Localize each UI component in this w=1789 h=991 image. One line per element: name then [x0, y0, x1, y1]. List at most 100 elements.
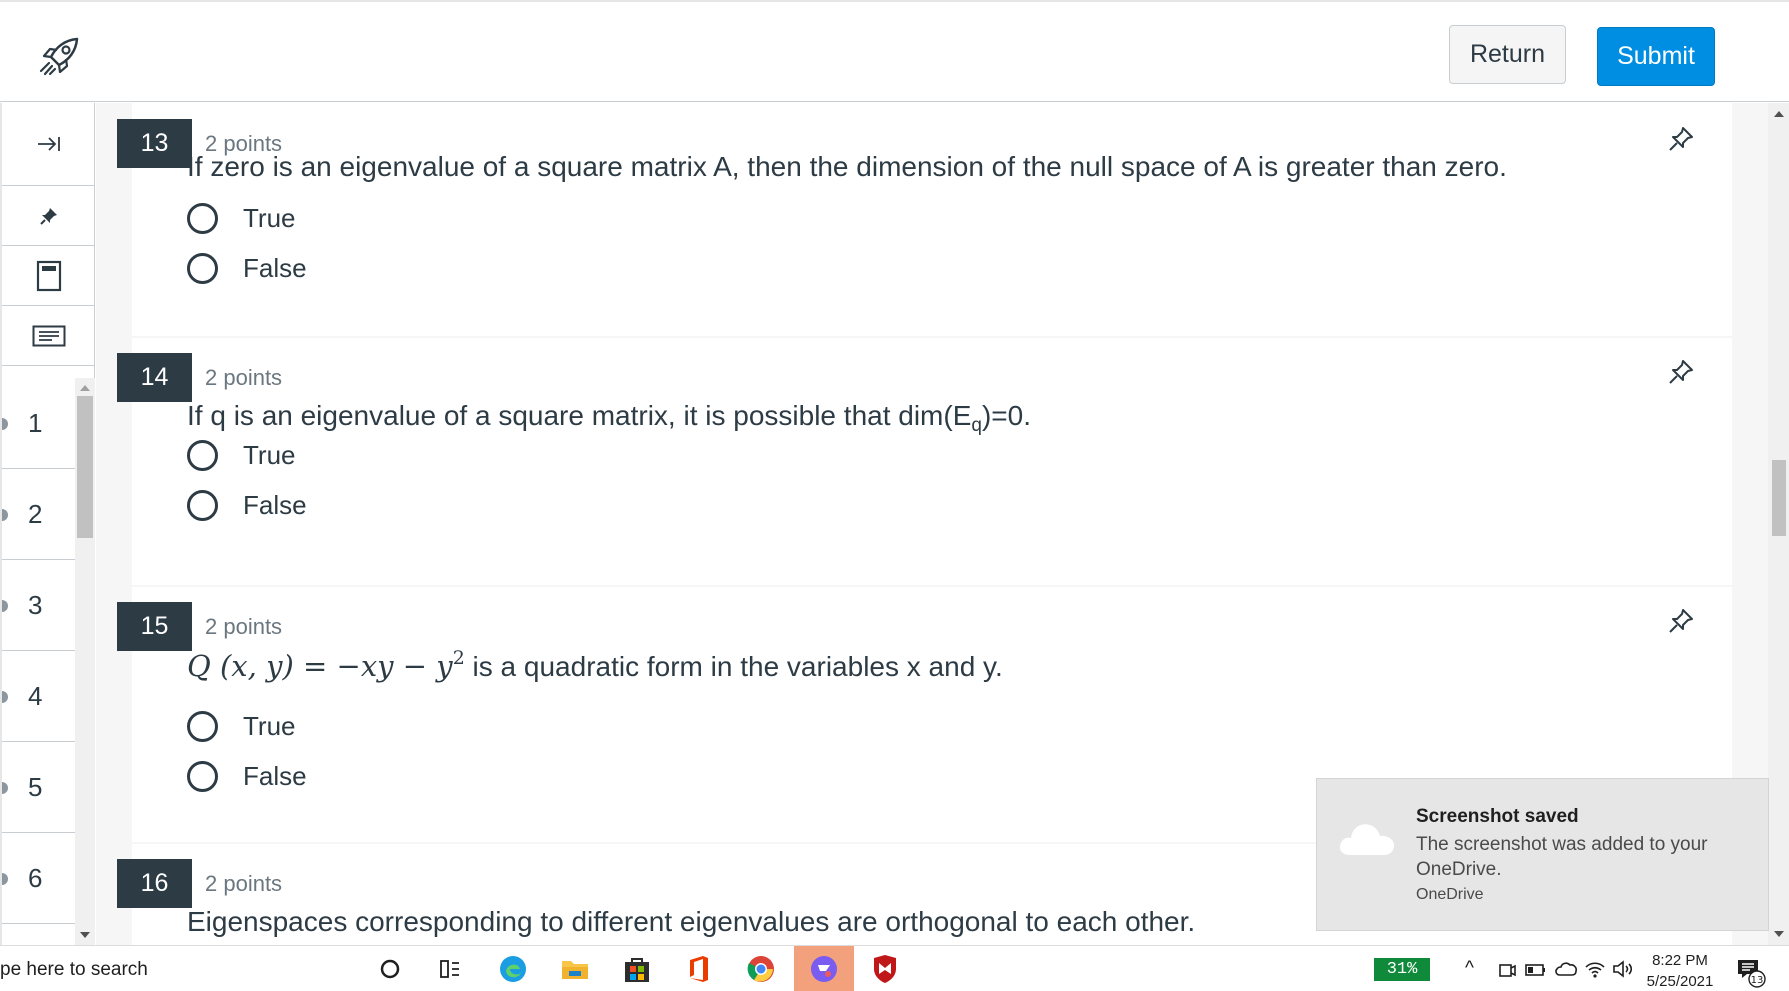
collapse-sidebar-button[interactable] — [2, 103, 95, 186]
chrome-button[interactable] — [745, 953, 777, 985]
flag-question-pin-icon[interactable] — [1667, 125, 1695, 153]
question-marker-icon — [2, 873, 8, 885]
notes-icon — [32, 325, 65, 346]
question-list: 1 2 3 4 5 6 — [2, 378, 75, 945]
answer-label: False — [243, 252, 307, 283]
question-marker-icon — [2, 691, 8, 703]
collapse-arrow-icon — [37, 137, 60, 151]
question-link-number: 3 — [28, 590, 43, 620]
rocket-icon — [39, 37, 79, 76]
radio-button[interactable] — [187, 202, 218, 234]
clock-time: 8:22 PM — [1652, 952, 1708, 969]
question-points: 2 points — [205, 365, 283, 390]
system-clock[interactable]: 8:22 PM 5/25/2021 — [1640, 950, 1720, 991]
meet-now-icon[interactable] — [1497, 960, 1517, 980]
pin-tool-button[interactable] — [2, 186, 95, 246]
question-link-4[interactable]: 4 — [2, 651, 75, 742]
store-bag-icon — [625, 958, 649, 982]
answer-option-true[interactable]: True — [187, 438, 296, 472]
radio-button[interactable] — [187, 489, 218, 521]
onedrive-toast-notification[interactable]: Screenshot saved The screenshot was adde… — [1316, 778, 1769, 931]
submit-button[interactable]: Submit — [1597, 27, 1715, 86]
battery-percentage: 31% — [1374, 958, 1430, 981]
mcafee-button[interactable] — [869, 953, 901, 985]
question-link-number: 6 — [28, 863, 43, 893]
question-card-14: 14 2 points If q is an eigenvalue of a s… — [117, 338, 1732, 585]
answer-label: True — [243, 439, 296, 470]
flag-question-pin-icon[interactable] — [1667, 358, 1695, 386]
question-marker-icon — [2, 782, 8, 794]
task-view-icon — [440, 960, 459, 978]
file-explorer-button[interactable] — [559, 953, 591, 985]
question-number-badge: 15 — [117, 602, 192, 651]
question-sidebar: 1 2 3 4 5 6 — [0, 103, 95, 945]
search-placeholder: pe here to search — [0, 959, 148, 980]
answer-option-true[interactable]: True — [187, 709, 296, 743]
scroll-down-arrow-icon[interactable] — [80, 932, 90, 938]
question-link-1[interactable]: 1 — [2, 378, 75, 469]
answer-label: True — [243, 710, 296, 741]
radio-button[interactable] — [187, 252, 218, 284]
battery-icon[interactable] — [1525, 962, 1547, 978]
answer-option-false[interactable]: False — [187, 759, 307, 793]
notes-tool-button[interactable] — [2, 306, 95, 366]
question-text: Q (x, y) = −xy − y2 is a quadratic form … — [187, 647, 1003, 683]
question-link-6[interactable]: 6 — [2, 833, 75, 924]
office-button[interactable] — [683, 953, 715, 985]
question-link-number: 1 — [28, 408, 43, 438]
edge-icon — [500, 956, 526, 982]
question-text: Eigenspaces corresponding to different e… — [187, 906, 1196, 937]
notification-center-icon[interactable]: 13 — [1735, 956, 1767, 988]
question-link-2[interactable]: 2 — [2, 469, 75, 560]
question-link-5[interactable]: 5 — [2, 742, 75, 833]
snip-sketch-icon — [811, 956, 837, 982]
scroll-down-arrow-icon[interactable] — [1774, 931, 1784, 937]
return-button[interactable]: Return — [1449, 25, 1566, 84]
math-expression: Q (x, y) = −xy − y — [187, 649, 453, 683]
onedrive-cloud-icon[interactable] — [1554, 960, 1578, 978]
answer-option-false[interactable]: False — [187, 251, 307, 285]
sidebar-scroll-thumb[interactable] — [77, 396, 93, 538]
toast-app-name: OneDrive — [1416, 886, 1484, 903]
pin-icon — [39, 207, 57, 225]
volume-icon[interactable] — [1612, 959, 1636, 979]
sidebar-scrollbar[interactable] — [75, 378, 95, 945]
scroll-up-arrow-icon[interactable] — [80, 385, 90, 391]
folder-icon — [562, 961, 588, 979]
edge-browser-button[interactable] — [497, 953, 529, 985]
radio-button[interactable] — [187, 760, 218, 792]
show-hidden-icons-icon[interactable]: ^ — [1465, 958, 1474, 980]
question-link-3[interactable]: 3 — [2, 560, 75, 651]
toast-title: Screenshot saved — [1416, 806, 1579, 827]
page-scrollbar[interactable] — [1768, 103, 1789, 945]
answer-option-false[interactable]: False — [187, 488, 307, 522]
question-marker-icon — [2, 600, 8, 612]
clock-date: 5/25/2021 — [1646, 973, 1714, 990]
question-number-badge: 16 — [117, 859, 192, 908]
question-text: If zero is an eigenvalue of a square mat… — [187, 151, 1507, 182]
wifi-icon[interactable] — [1584, 959, 1606, 979]
question-number-badge: 14 — [117, 353, 192, 402]
answer-label: True — [243, 202, 296, 233]
cloud-icon — [1339, 824, 1395, 855]
cortana-button[interactable] — [374, 953, 406, 985]
snip-app-button[interactable] — [808, 953, 840, 985]
chrome-icon — [747, 956, 774, 982]
question-text-end: )=0. — [981, 400, 1031, 431]
answer-label: False — [243, 489, 307, 520]
radio-button[interactable] — [187, 710, 218, 742]
microsoft-store-button[interactable] — [621, 953, 653, 985]
question-number-badge: 13 — [117, 119, 192, 168]
radio-button[interactable] — [187, 439, 218, 471]
page-scroll-thumb[interactable] — [1772, 460, 1786, 536]
notification-count: 13 — [1751, 975, 1764, 986]
task-view-button[interactable] — [434, 953, 466, 985]
question-text-end: is a quadratic form in the variables x a… — [464, 651, 1003, 682]
taskbar-search[interactable]: pe here to search — [0, 946, 350, 991]
question-marker-icon — [2, 509, 8, 521]
flag-question-pin-icon[interactable] — [1667, 607, 1695, 635]
scroll-up-arrow-icon[interactable] — [1774, 111, 1784, 117]
answer-option-true[interactable]: True — [187, 201, 296, 235]
calculator-tool-button[interactable] — [2, 246, 95, 306]
question-card-13: 13 2 points If zero is an eigenvalue of … — [117, 103, 1732, 336]
